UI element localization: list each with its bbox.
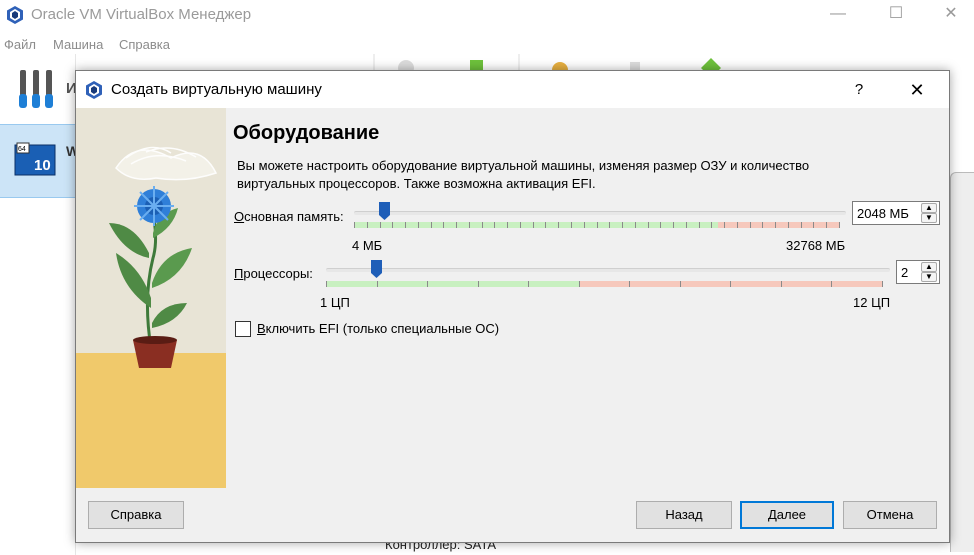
back-button[interactable]: Назад (636, 501, 732, 529)
cpu-slider-handle[interactable] (371, 260, 383, 278)
menu-file[interactable]: Файл (4, 37, 36, 52)
dialog-title: Создать виртуальную машину (111, 81, 322, 98)
memory-spin-arrows[interactable]: ▲ ▼ (921, 203, 937, 223)
virtualbox-logo-icon (7, 6, 23, 24)
memory-spinbox[interactable]: 2048 МБ ▲ ▼ (852, 201, 940, 225)
spin-down-icon: ▼ (921, 272, 937, 282)
help-text-button[interactable]: Справка (88, 501, 184, 529)
spin-up-icon: ▲ (921, 262, 937, 272)
maximize-button[interactable]: ☐ (873, 2, 919, 28)
main-close-button[interactable]: ✕ (928, 2, 974, 28)
menu-help[interactable]: Справка (119, 37, 170, 52)
memory-label: Основная память: (234, 209, 344, 224)
windows10-vm-icon: 64 10 (14, 142, 56, 176)
cpu-label: Процессоры: (234, 266, 313, 281)
cancel-button[interactable]: Отмена (843, 501, 937, 529)
page-description: Вы можете настроить оборудование виртуал… (237, 158, 810, 191)
cpu-max-label: 12 ЦП (853, 295, 891, 310)
memory-slider-handle[interactable] (379, 202, 390, 220)
vm-list-item[interactable]: 64 10 W (0, 124, 79, 198)
memory-max-label: 32768 МБ (786, 238, 846, 253)
flower-pot-illustration (76, 108, 226, 488)
svg-text:64: 64 (18, 146, 26, 153)
cpu-spin-arrows[interactable]: ▲ ▼ (921, 262, 937, 282)
svg-text:10: 10 (34, 157, 51, 174)
create-vm-dialog: Создать виртуальную машину ? ✕ Оборудова… (75, 70, 950, 543)
cpu-value[interactable]: 2 (901, 265, 908, 280)
cpu-slider-track[interactable] (326, 268, 890, 272)
cpu-ticks (326, 281, 883, 287)
blue-flower-icon (134, 186, 174, 226)
menu-machine[interactable]: Машина (53, 37, 103, 52)
efi-checkbox[interactable] (235, 321, 251, 337)
page-heading: Оборудование (233, 122, 380, 144)
details-pane-edge (950, 172, 974, 552)
minimize-button[interactable]: — (815, 2, 861, 28)
main-titlebar: Oracle VM VirtualBox Менеджер — ☐ ✕ (0, 0, 974, 30)
memory-value[interactable]: 2048 МБ (857, 206, 909, 221)
memory-ticks (354, 222, 840, 228)
tools-icon[interactable] (14, 68, 58, 112)
wizard-page-hardware: Оборудование Вы можете настроить оборудо… (226, 108, 949, 488)
memory-slider-track[interactable] (354, 211, 846, 215)
cpu-spinbox[interactable]: 2 ▲ ▼ (896, 260, 940, 284)
machine-list-pane: И 64 10 W (0, 54, 79, 555)
next-button[interactable]: Далее (740, 501, 834, 529)
virtualbox-logo-icon (86, 81, 102, 99)
dialog-button-bar: Справка Назад Далее Отмена (76, 488, 949, 542)
spin-up-icon: ▲ (921, 203, 937, 213)
wizard-illustration (76, 108, 226, 488)
spin-down-icon: ▼ (921, 213, 937, 223)
efi-checkbox-label[interactable]: Включить EFI (только специальные ОС) (257, 321, 499, 336)
cpu-min-label: 1 ЦП (320, 295, 350, 310)
memory-min-label: 4 МБ (352, 238, 383, 253)
dialog-titlebar: Создать виртуальную машину ? ✕ (76, 71, 949, 108)
main-window-title: Oracle VM VirtualBox Менеджер (31, 6, 252, 23)
dialog-close-button[interactable]: ✕ (902, 77, 932, 103)
help-button[interactable]: ? (844, 77, 874, 103)
